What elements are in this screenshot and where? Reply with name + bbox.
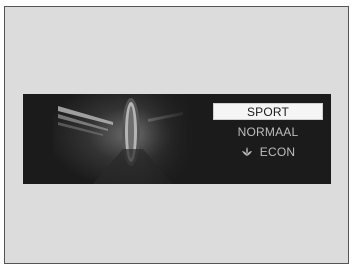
drive-mode-normal-label: NORMAAL bbox=[237, 124, 299, 139]
drive-mode-econ-label: ECON bbox=[259, 144, 296, 159]
leaf-icon bbox=[241, 146, 252, 156]
figure-frame: SPORT NORMAAL ECON bbox=[4, 6, 349, 264]
drive-mode-econ[interactable]: ECON bbox=[213, 143, 323, 160]
drive-mode-menu: SPORT NORMAAL ECON bbox=[213, 103, 323, 163]
wheel-background-image bbox=[23, 94, 193, 184]
display-screen: SPORT NORMAAL ECON bbox=[23, 94, 331, 184]
drive-mode-sport-label: SPORT bbox=[246, 104, 290, 119]
drive-mode-normal[interactable]: NORMAAL bbox=[213, 123, 323, 140]
drive-mode-sport[interactable]: SPORT bbox=[213, 103, 323, 120]
